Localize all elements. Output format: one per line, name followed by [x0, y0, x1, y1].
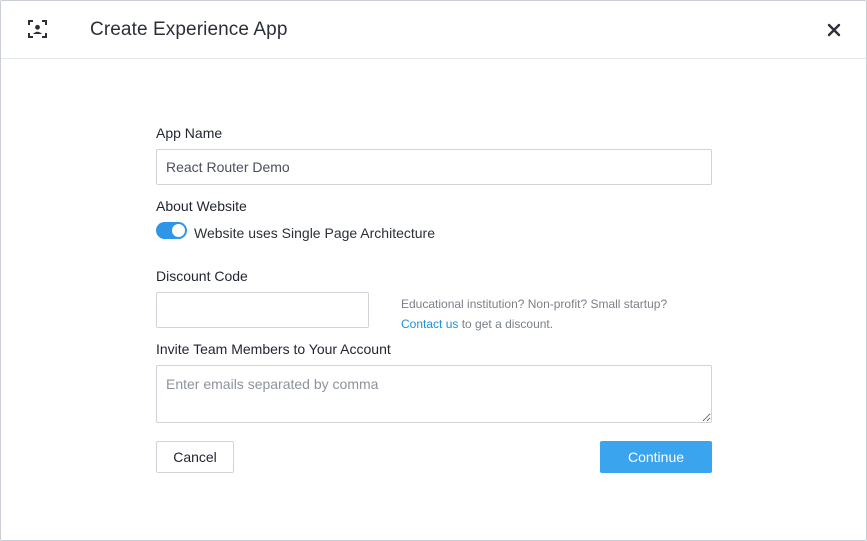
app-name-input[interactable]	[156, 149, 712, 185]
dialog-header: Create Experience App	[1, 1, 866, 59]
continue-button[interactable]: Continue	[600, 441, 712, 473]
invite-label: Invite Team Members to Your Account	[156, 341, 391, 357]
contact-us-link[interactable]: Contact us	[401, 317, 458, 331]
about-website-label: About Website	[156, 198, 247, 214]
app-frame-icon	[28, 20, 47, 38]
toggle-knob	[172, 224, 185, 237]
app-name-label: App Name	[156, 125, 223, 141]
spa-toggle-label: Website uses Single Page Architecture	[194, 225, 435, 241]
discount-hint-suffix: to get a discount.	[458, 317, 554, 331]
close-icon[interactable]	[826, 22, 842, 38]
spa-toggle[interactable]	[156, 222, 187, 239]
dialog-title: Create Experience App	[90, 19, 288, 40]
discount-code-label: Discount Code	[156, 268, 248, 284]
cancel-button[interactable]: Cancel	[156, 441, 234, 473]
discount-hint-text: Educational institution? Non-profit? Sma…	[401, 297, 668, 311]
invite-emails-input[interactable]	[156, 365, 712, 423]
discount-code-input[interactable]	[156, 292, 369, 328]
discount-hint: Educational institution? Non-profit? Sma…	[401, 294, 711, 334]
create-app-dialog: Create Experience App App Name About Web…	[0, 0, 867, 541]
